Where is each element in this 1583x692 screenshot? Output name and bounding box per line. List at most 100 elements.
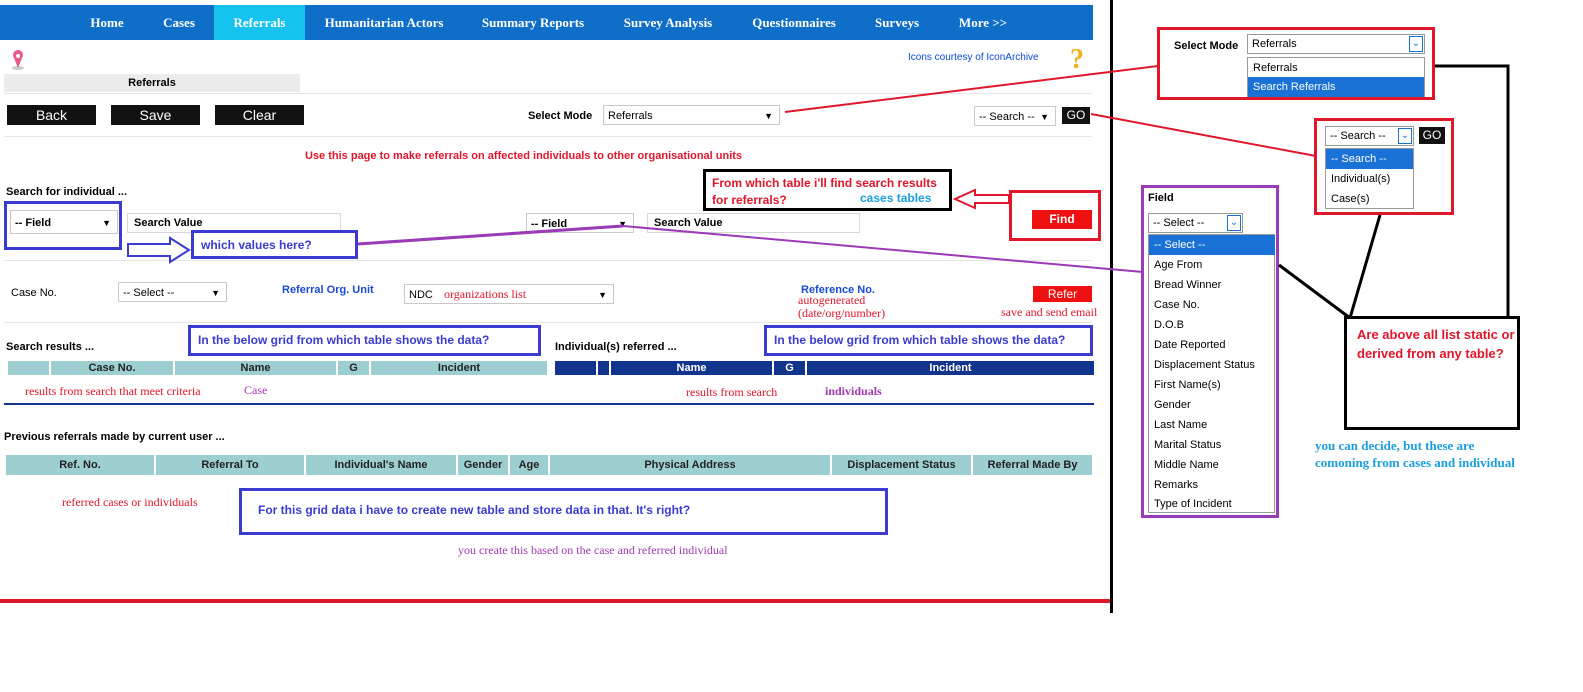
zoom-field-option[interactable]: D.O.B <box>1149 315 1275 335</box>
zoom-field-option[interactable]: Case No. <box>1149 295 1275 315</box>
zoom-field-dropdown[interactable]: -- Select -- ⌄ <box>1148 213 1243 233</box>
zoom-field-option[interactable]: Marital Status <box>1149 435 1275 455</box>
zoom-field-option[interactable]: Bread Winner <box>1149 275 1275 295</box>
nav-questionnaires[interactable]: Questionnaires <box>740 5 848 40</box>
zoom-search-option[interactable]: -- Search -- <box>1326 149 1413 169</box>
top-nav: Home Cases Referrals Humanitarian Actors… <box>0 5 1093 40</box>
help-icon[interactable]: ? <box>1066 46 1090 72</box>
from-which-table-box: From which table i'll find search result… <box>703 169 952 211</box>
search-value2-input[interactable]: Search Value <box>647 213 860 233</box>
bottom-red-bar <box>0 599 1112 603</box>
referred-col-incident: Incident <box>807 361 1094 375</box>
zoom-field-option[interactable]: Last Name <box>1149 415 1275 435</box>
zoom-search-option[interactable]: Individual(s) <box>1326 169 1413 189</box>
zoom-field-option[interactable]: Remarks <box>1149 475 1275 495</box>
results-col-g: G <box>338 361 369 375</box>
nav-surveys[interactable]: Surveys <box>862 5 932 40</box>
nav-summary-reports[interactable]: Summary Reports <box>470 5 596 40</box>
nav-more[interactable]: More >> <box>950 5 1016 40</box>
zoom-field-label: Field <box>1148 192 1174 204</box>
divider <box>4 322 1092 323</box>
zoom-field-option[interactable]: Middle Name <box>1149 455 1275 475</box>
map-pin-icon <box>12 50 24 70</box>
prev-col-displacement-status: Displacement Status <box>832 455 971 475</box>
prev-col-ref-no: Ref. No. <box>6 455 154 475</box>
annotation-grid-question-left: In the below grid from which table shows… <box>198 333 490 347</box>
divider <box>4 260 1092 261</box>
refer-button[interactable]: Refer <box>1033 286 1092 302</box>
annotation-which-values: which values here? <box>201 238 312 252</box>
zoom-search-dropdown[interactable]: -- Search -- ⌄ <box>1325 126 1414 146</box>
arrow-left-icon <box>952 188 1010 210</box>
divider <box>4 403 1094 405</box>
connector-search <box>1090 113 1317 157</box>
zoom-field-value: -- Select -- <box>1153 217 1205 229</box>
zoom-field-option[interactable]: -- Select -- <box>1149 235 1275 255</box>
zoom-select-mode-option[interactable]: Referrals <box>1248 58 1424 78</box>
previous-title: Previous referrals made by current user … <box>4 431 225 443</box>
referred-col-g: G <box>774 361 805 375</box>
zoom-select-mode-dropdown[interactable]: Referrals ⌄ <box>1247 34 1425 54</box>
page-separator <box>1110 0 1113 613</box>
results-col-incident: Incident <box>371 361 547 375</box>
zoom-field-option[interactable]: Gender <box>1149 395 1275 415</box>
prev-col-referral-made-by: Referral Made By <box>973 455 1092 475</box>
zoom-field-option[interactable]: First Name(s) <box>1149 375 1275 395</box>
nav-cases[interactable]: Cases <box>150 5 208 40</box>
prev-col-referral-to: Referral To <box>156 455 304 475</box>
zoom-select-mode-value: Referrals <box>1252 38 1297 50</box>
zoom-search-list: -- Search -- Individual(s) Case(s) <box>1325 148 1414 209</box>
zoom-go-button[interactable]: GO <box>1419 127 1445 144</box>
annotation-you-can-decide: you can decide, but these are comoning f… <box>1315 438 1515 470</box>
zoom-field-option[interactable]: Date Reported <box>1149 335 1275 355</box>
annotation-new-table-question: For this grid data i have to create new … <box>258 503 691 517</box>
section-title: Referrals <box>4 74 300 92</box>
zoom-field-box: Field -- Select -- ⌄ -- Select -- Age Fr… <box>1141 185 1279 518</box>
find-highlight-box <box>1009 190 1101 241</box>
search-field2-dropdown[interactable]: -- Field ▼ <box>526 213 634 233</box>
chevron-down-icon: ⌄ <box>1409 36 1423 52</box>
case-no-dropdown[interactable]: -- Select -- ▼ <box>118 282 227 302</box>
zoom-search-option[interactable]: Case(s) <box>1326 189 1413 209</box>
divider <box>4 136 1092 137</box>
chevron-down-icon: ▼ <box>211 288 220 298</box>
search-title: Search for individual ... <box>6 186 128 198</box>
nav-home[interactable]: Home <box>78 5 136 40</box>
new-table-question-box: For this grid data i have to create new … <box>239 488 888 535</box>
clear-button[interactable]: Clear <box>215 105 304 125</box>
back-button[interactable]: Back <box>7 105 96 125</box>
svg-text:?: ? <box>1070 46 1084 72</box>
prev-col-gender: Gender <box>458 455 508 475</box>
zoom-field-option[interactable]: Type of Incident <box>1149 494 1275 514</box>
nav-survey-analysis[interactable]: Survey Analysis <box>610 5 726 40</box>
chevron-down-icon: ⌄ <box>1398 128 1412 144</box>
connector-static-b <box>1348 214 1382 319</box>
nav-referrals[interactable]: Referrals <box>214 5 305 40</box>
referred-col-blank2 <box>598 361 609 375</box>
select-mode-dropdown[interactable]: Referrals ▼ <box>603 105 780 125</box>
zoom-select-mode-list: Referrals Search Referrals <box>1247 57 1425 97</box>
zoom-field-option[interactable]: Displacement Status <box>1149 355 1275 375</box>
annotation-autogenerated-line2: (date/org/number) <box>798 306 886 320</box>
chevron-down-icon: ▼ <box>598 290 607 300</box>
zoom-field-option[interactable]: Age From <box>1149 255 1275 275</box>
nav-humanitarian-actors[interactable]: Humanitarian Actors <box>312 5 456 40</box>
icon-credit-text: Icons courtesy of IconArchive <box>908 52 1039 63</box>
go-button[interactable]: GO <box>1062 107 1090 124</box>
annotation-grid-question-right: In the below grid from which table shows… <box>774 333 1066 347</box>
annotation-you-create: you create this based on the case and re… <box>458 543 728 557</box>
connector-select-mode <box>784 65 1159 113</box>
static-question-box: Are above all list static or derived fro… <box>1344 316 1520 430</box>
annotation-cases-tables: cases tables <box>860 191 932 205</box>
case-no-label: Case No. <box>11 287 57 299</box>
zoom-field-list: -- Select -- Age From Bread Winner Case … <box>1148 234 1275 513</box>
results-col-case-no: Case No. <box>51 361 173 375</box>
referred-title: Individual(s) referred ... <box>555 341 677 353</box>
search-type-value: -- Search -- <box>979 111 1035 123</box>
select-mode-value: Referrals <box>608 110 653 122</box>
connector-static-c <box>1278 263 1351 320</box>
search-type-dropdown[interactable]: -- Search -- ▼ <box>974 106 1056 126</box>
zoom-select-mode-option[interactable]: Search Referrals <box>1248 77 1424 97</box>
divider <box>4 93 1092 94</box>
save-button[interactable]: Save <box>111 105 200 125</box>
